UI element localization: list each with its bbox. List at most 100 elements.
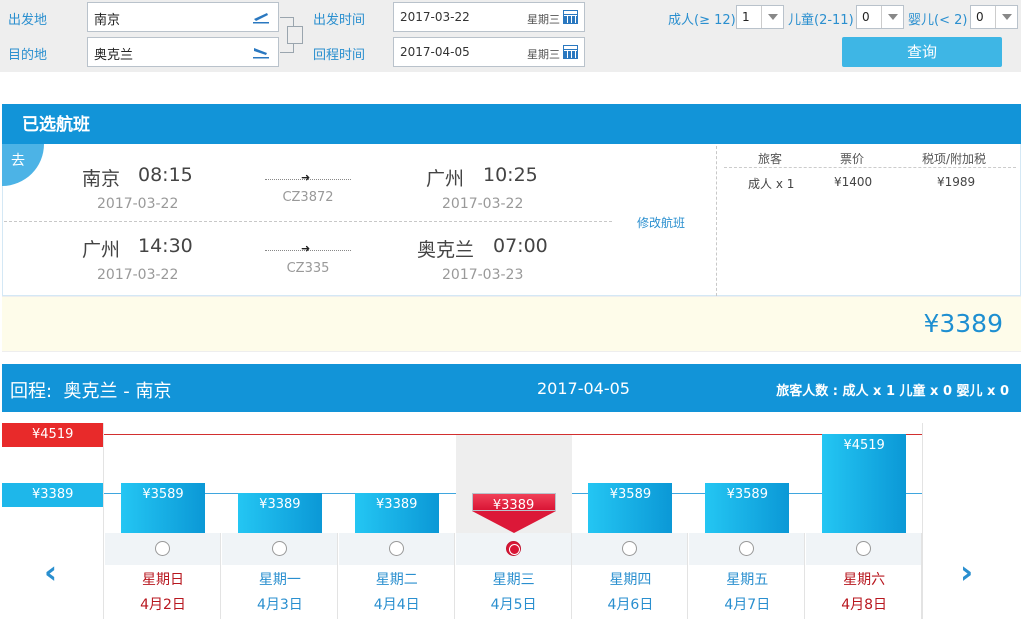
day-weekday: 星期六 xyxy=(843,572,886,588)
day-radio-row xyxy=(455,533,572,565)
price-bar[interactable]: ¥3389 xyxy=(471,493,556,513)
return-date-input[interactable]: 2017-04-05 星期三 xyxy=(393,37,585,67)
child-value: 0 xyxy=(862,10,870,24)
seg2-to-city: 奥克兰 xyxy=(417,239,475,261)
day-label: 星期四 4月6日 xyxy=(572,565,689,619)
price-bar[interactable]: ¥3389 xyxy=(354,493,439,533)
day-weekday: 星期五 xyxy=(726,572,769,588)
day-column[interactable]: ¥3589 星期五 4月7日 xyxy=(689,423,806,619)
return-date: 2017-04-05 xyxy=(537,379,630,398)
return-date-value: 2017-04-05 xyxy=(400,45,470,59)
day-weekday: 星期日 xyxy=(142,572,184,588)
day-radio-row xyxy=(806,533,923,565)
flight-arrow-icon xyxy=(265,171,351,184)
day-radio-row xyxy=(105,533,221,565)
day-date: 4月4日 xyxy=(373,597,420,613)
seg1-to-date: 2017-03-22 xyxy=(442,196,524,212)
to-label: 目的地 xyxy=(8,48,48,63)
seg2-from-time: 14:30 xyxy=(138,235,193,257)
day-radio[interactable] xyxy=(622,541,638,556)
infant-value: 0 xyxy=(976,10,984,24)
price-bar[interactable]: ¥3389 xyxy=(237,493,322,533)
day-label: 星期一 4月3日 xyxy=(222,565,338,619)
infant-select[interactable]: 0 xyxy=(970,5,1018,29)
adult-select[interactable]: 1 xyxy=(736,5,784,29)
seg1-from-date: 2017-03-22 xyxy=(97,196,179,212)
chevron-down-icon xyxy=(761,6,783,28)
max-price-label: ¥4519 xyxy=(2,423,103,447)
day-column[interactable]: ¥3589 星期四 4月6日 xyxy=(572,423,689,619)
seg1-flight-no: CZ3872 xyxy=(282,190,334,205)
chevron-down-icon xyxy=(995,6,1017,28)
to-value: 奥克兰 xyxy=(94,48,134,63)
adult-value: 1 xyxy=(742,10,750,24)
day-radio[interactable] xyxy=(388,541,404,556)
adult-label: 成人(≥ 12) xyxy=(668,13,736,28)
price-bar[interactable]: ¥3589 xyxy=(588,482,673,533)
search-button[interactable]: 查询 xyxy=(842,37,1002,67)
day-radio[interactable] xyxy=(505,541,521,556)
return-price-calendar: ¥4519 ¥3389 ‹ › ¥3589 星期日 4月2日 ¥3389 星期一 4月3日… xyxy=(2,423,1021,619)
chevron-right-icon[interactable]: › xyxy=(960,553,973,591)
day-date: 4月2日 xyxy=(140,597,186,613)
day-label: 星期日 4月2日 xyxy=(105,565,221,619)
fare-header: 票价 xyxy=(840,152,865,166)
day-label: 星期五 4月7日 xyxy=(689,565,806,619)
return-route: 奥克兰 - 南京 xyxy=(63,381,172,402)
tax-header: 税项/附加税 xyxy=(922,152,987,166)
seg1-to-city: 广州 xyxy=(426,168,465,190)
day-radio[interactable] xyxy=(155,541,170,556)
day-date: 4月6日 xyxy=(607,597,654,613)
day-radio[interactable] xyxy=(739,541,755,556)
return-weekday: 星期三 xyxy=(527,48,560,61)
chevron-down-icon xyxy=(881,6,903,28)
passenger-value: 成人 x 1 xyxy=(748,177,795,191)
modify-flight-link[interactable]: 修改航班 xyxy=(637,214,685,231)
seg2-flight-no: CZ335 xyxy=(286,261,330,276)
from-value: 南京 xyxy=(94,13,121,28)
depart-weekday: 星期三 xyxy=(527,13,560,26)
fare-value: ¥1400 xyxy=(834,175,873,189)
day-column[interactable]: ¥3389 星期三 4月5日 xyxy=(455,423,572,619)
day-weekday: 星期四 xyxy=(609,572,652,588)
passenger-header: 旅客 xyxy=(758,152,783,166)
price-bar[interactable]: ¥4519 xyxy=(822,434,907,533)
day-column[interactable]: ¥3389 星期二 4月4日 xyxy=(338,423,455,619)
tax-value: ¥1989 xyxy=(937,175,976,189)
to-input[interactable]: 奥克兰 xyxy=(87,37,279,67)
price-header-divider xyxy=(724,167,1016,168)
day-column[interactable]: ¥3589 星期日 4月2日 xyxy=(105,423,221,619)
day-radio[interactable] xyxy=(271,541,287,556)
calendar-icon[interactable] xyxy=(563,10,578,24)
seg2-from-city: 广州 xyxy=(82,239,121,261)
chevron-left-icon[interactable]: ‹ xyxy=(44,553,57,591)
calendar-icon[interactable] xyxy=(563,45,578,59)
day-weekday: 星期三 xyxy=(492,572,535,588)
seg1-from-time: 08:15 xyxy=(138,164,193,186)
price-bar[interactable]: ¥3589 xyxy=(705,482,790,533)
takeoff-icon xyxy=(253,13,269,24)
selected-flights-title: 已选航班 xyxy=(2,104,1021,144)
day-date: 4月7日 xyxy=(724,597,771,613)
child-select[interactable]: 0 xyxy=(856,5,904,29)
swap-icon[interactable] xyxy=(287,26,303,44)
seg2-to-date: 2017-03-23 xyxy=(442,267,524,283)
day-column[interactable]: ¥4519 星期六 4月8日 xyxy=(806,423,923,619)
from-input[interactable]: 南京 xyxy=(87,2,279,32)
segment-divider xyxy=(4,221,612,222)
total-bar: ¥3389 xyxy=(2,296,1021,352)
depart-date-input[interactable]: 2017-03-22 星期三 xyxy=(393,2,585,32)
day-radio[interactable] xyxy=(856,541,872,556)
price-bar[interactable]: ¥3589 xyxy=(121,482,205,533)
day-radio-row xyxy=(572,533,689,565)
min-price-label: ¥3389 xyxy=(2,483,103,507)
day-radio-row xyxy=(689,533,806,565)
day-label: 星期三 4月5日 xyxy=(456,565,572,619)
day-date: 4月3日 xyxy=(256,597,303,613)
return-title: 回程: 奥克兰 - 南京 xyxy=(10,377,171,403)
day-label: 星期二 4月4日 xyxy=(339,565,455,619)
day-column[interactable]: ¥3389 星期一 4月3日 xyxy=(221,423,338,619)
day-weekday: 星期一 xyxy=(258,572,301,588)
day-date: 4月8日 xyxy=(841,597,888,613)
seg2-from-date: 2017-03-22 xyxy=(97,267,179,283)
